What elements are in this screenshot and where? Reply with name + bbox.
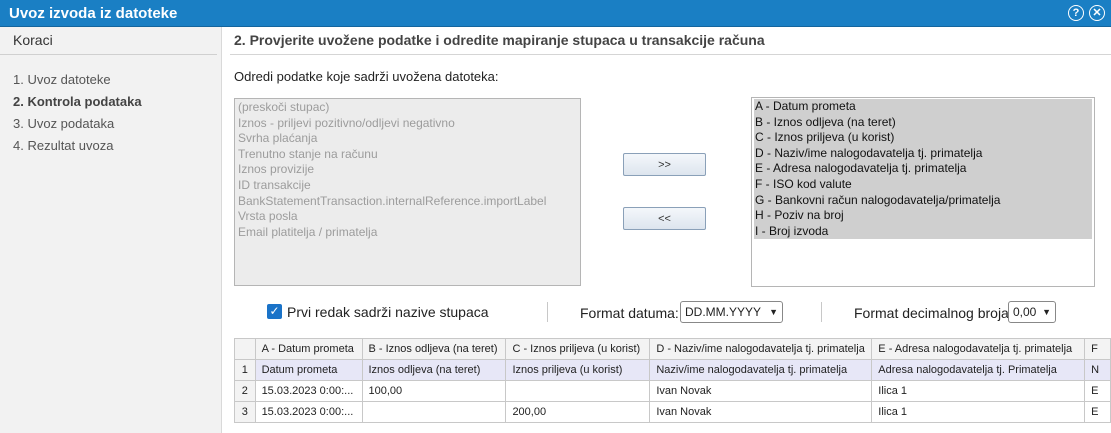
date-format-label: Format datuma: — [580, 305, 679, 321]
table-header-row: A - Datum prometa B - Iznos odljeva (na … — [234, 338, 1111, 360]
list-item[interactable]: A - Datum prometa — [754, 99, 1092, 115]
list-item[interactable]: Iznos provizije — [237, 162, 578, 178]
table-cell: Iznos priljeva (u korist) — [505, 359, 651, 381]
date-format-value: DD.MM.YYYY — [685, 305, 762, 319]
table-cell: Adresa nalogodavatelja tj. Primatelja — [871, 359, 1086, 381]
table-row: 1 Datum prometa Iznos odljeva (na teret)… — [234, 359, 1111, 381]
table-cell: E — [1084, 380, 1111, 402]
help-icon[interactable]: ? — [1068, 5, 1084, 21]
column-header[interactable]: A - Datum prometa — [254, 338, 363, 360]
preview-table: A - Datum prometa B - Iznos odljeva (na … — [234, 338, 1111, 423]
first-row-header-label[interactable]: Prvi redak sadrži nazive stupaca — [287, 304, 489, 320]
step-item-result: 4. Rezultat uvoza — [13, 138, 114, 153]
column-header[interactable]: E - Adresa nalogodavatelja tj. primatelj… — [871, 338, 1086, 360]
list-item[interactable]: B - Iznos odljeva (na teret) — [754, 114, 1092, 131]
decimal-format-label: Format decimalnog broja: — [854, 305, 1013, 321]
step-item-import: 3. Uvoz podataka — [13, 116, 115, 131]
table-cell — [505, 380, 651, 402]
table-cell: Ivan Novak — [649, 401, 873, 423]
step-title: 2. Provjerite uvožene podatke i odredite… — [234, 32, 765, 48]
list-item[interactable]: I - Broj izvoda — [754, 223, 1092, 240]
steps-list: 1. Uvoz datoteke 2. Kontrola podataka 3.… — [0, 55, 221, 157]
row-number: 3 — [234, 401, 256, 423]
table-row: 2 15.03.2023 0:00:... 100,00 Ivan Novak … — [234, 380, 1111, 402]
sidebar-title: Koraci — [0, 27, 217, 55]
list-item[interactable]: Trenutno stanje na računu — [237, 147, 578, 163]
mapping-instructions: Odredi podatke koje sadrži uvožena datot… — [234, 69, 499, 84]
chevron-down-icon: ▼ — [1042, 307, 1051, 317]
list-item[interactable]: Vrsta posla — [237, 209, 578, 225]
separator — [547, 302, 548, 322]
main-panel: 2. Provjerite uvožene podatke i odredite… — [222, 27, 1111, 433]
list-item[interactable]: D - Naziv/ime nalogodavatelja tj. primat… — [754, 145, 1092, 162]
import-options: ✓ Prvi redak sadrži nazive stupaca Forma… — [267, 301, 1107, 323]
close-icon[interactable]: ✕ — [1089, 5, 1105, 21]
list-item[interactable]: C - Iznos priljeva (u korist) — [754, 130, 1092, 146]
decimal-format-select[interactable]: 0,00 ▼ — [1008, 301, 1056, 323]
column-header[interactable]: D - Naziv/ime nalogodavatelja tj. primat… — [649, 338, 873, 360]
list-item[interactable]: F - ISO kod valute — [754, 176, 1092, 193]
window-controls: ? ✕ — [1068, 5, 1105, 21]
list-item[interactable]: (preskoči stupac) — [237, 100, 578, 116]
list-item[interactable]: Iznos - priljevi pozitivno/odljevi negat… — [237, 116, 578, 132]
window-title: Uvoz izvoda iz datoteke — [9, 4, 178, 22]
move-right-button[interactable]: >> — [623, 153, 706, 176]
step-item-review: 2. Kontrola podataka — [13, 94, 142, 109]
first-row-header-checkbox[interactable]: ✓ — [267, 304, 282, 319]
step-item-upload: 1. Uvoz datoteke — [13, 72, 111, 87]
column-header[interactable]: C - Iznos priljeva (u korist) — [505, 338, 651, 360]
list-item[interactable]: E - Adresa nalogodavatelja tj. primatelj… — [754, 161, 1092, 177]
check-icon: ✓ — [269, 304, 280, 318]
available-fields-list[interactable]: (preskoči stupac) Iznos - priljevi pozit… — [234, 98, 581, 286]
separator — [821, 302, 822, 322]
divider — [230, 54, 1111, 55]
steps-sidebar: Koraci 1. Uvoz datoteke 2. Kontrola poda… — [0, 27, 222, 433]
table-cell: 100,00 — [361, 380, 507, 402]
table-cell: N — [1084, 359, 1111, 381]
table-cell: Iznos odljeva (na teret) — [361, 359, 507, 381]
table-cell — [361, 401, 507, 423]
list-item[interactable]: H - Poziv na broj — [754, 208, 1092, 224]
list-item[interactable]: Email platitelja / primatelja — [237, 225, 578, 241]
list-item[interactable]: ID transakcije — [237, 178, 578, 194]
row-number-header — [234, 338, 256, 360]
list-item[interactable]: BankStatementTransaction.internalReferen… — [237, 194, 578, 210]
table-cell: 200,00 — [505, 401, 651, 423]
column-header[interactable]: B - Iznos odljeva (na teret) — [361, 338, 507, 360]
table-row: 3 15.03.2023 0:00:... 200,00 Ivan Novak … — [234, 401, 1111, 423]
table-cell: Ilica 1 — [871, 401, 1086, 423]
table-cell: Ivan Novak — [649, 380, 873, 402]
list-item[interactable]: Svrha plaćanja — [237, 131, 578, 147]
mapped-fields-list[interactable]: A - Datum prometa B - Iznos odljeva (na … — [751, 97, 1095, 287]
decimal-format-value: 0,00 — [1013, 305, 1037, 319]
move-left-button[interactable]: << — [623, 207, 706, 230]
chevron-down-icon: ▼ — [769, 307, 778, 317]
table-cell: Datum prometa — [254, 359, 363, 381]
list-item[interactable]: G - Bankovni račun nalogodavatelja/prima… — [754, 192, 1092, 209]
table-cell: Naziv/ime nalogodavatelja tj. primatelja — [649, 359, 873, 381]
date-format-select[interactable]: DD.MM.YYYY ▼ — [680, 301, 783, 323]
column-header[interactable]: F — [1084, 338, 1111, 360]
table-cell: 15.03.2023 0:00:... — [254, 401, 363, 423]
table-cell: 15.03.2023 0:00:... — [254, 380, 363, 402]
row-number: 1 — [234, 359, 256, 381]
window-titlebar: Uvoz izvoda iz datoteke ? ✕ — [0, 0, 1111, 27]
row-number: 2 — [234, 380, 256, 402]
table-cell: E — [1084, 401, 1111, 423]
table-cell: Ilica 1 — [871, 380, 1086, 402]
